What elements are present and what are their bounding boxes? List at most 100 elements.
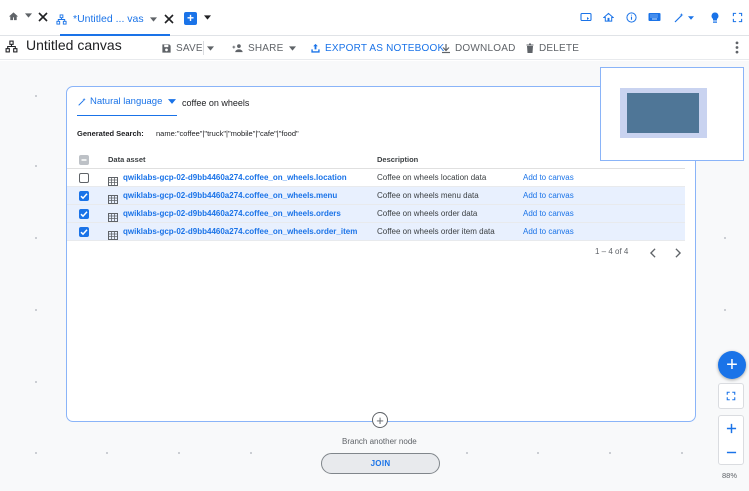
pagination-range: 1 – 4 of 4 xyxy=(595,247,629,256)
caret-down-icon xyxy=(688,16,694,20)
add-icon: + xyxy=(376,412,384,428)
grid-dot xyxy=(178,452,180,454)
add-to-canvas-link[interactable]: Add to canvas xyxy=(523,227,574,236)
caret-down-icon xyxy=(168,99,177,104)
row-checkbox[interactable] xyxy=(79,173,89,183)
grid-dot xyxy=(609,452,611,454)
fit-screen-icon xyxy=(726,391,736,401)
download-label: DOWNLOAD xyxy=(455,42,516,54)
grid-dot xyxy=(537,452,539,454)
row-checkbox[interactable] xyxy=(79,209,89,219)
minimap[interactable] xyxy=(600,67,744,161)
close-icon[interactable] xyxy=(164,14,174,24)
home-tab[interactable] xyxy=(8,11,19,22)
add-to-canvas-link[interactable]: Add to canvas xyxy=(523,191,574,200)
table-row[interactable]: qwiklabs-gcp-02-d9bb4460a274.coffee_on_w… xyxy=(67,169,685,187)
select-all-checkbox[interactable] xyxy=(79,155,89,165)
delete-label: DELETE xyxy=(539,42,580,54)
save-button[interactable]: SAVE xyxy=(161,39,203,57)
keyboard-shortcuts-button[interactable] xyxy=(648,12,661,22)
zoom-in-button[interactable] xyxy=(719,416,743,440)
download-button[interactable]: DOWNLOAD xyxy=(441,39,516,57)
table-header: Data asset Description xyxy=(67,149,685,169)
grid-dot xyxy=(681,452,683,454)
ai-assist-menu-button[interactable] xyxy=(673,12,694,24)
new-tab-button[interactable]: + xyxy=(184,12,197,25)
caret-down-icon[interactable] xyxy=(149,16,157,22)
export-as-notebook-button[interactable]: EXPORT AS NOTEBOOK xyxy=(310,39,444,57)
minimap-viewport xyxy=(620,88,707,138)
grid-dot xyxy=(35,165,37,167)
data-asset-link[interactable]: qwiklabs-gcp-02-d9bb4460a274.coffee_on_w… xyxy=(123,173,347,182)
zoom-level: 88% xyxy=(722,471,738,480)
table-row[interactable]: qwiklabs-gcp-02-d9bb4460a274.coffee_on_w… xyxy=(67,223,685,241)
search-mode-dropdown[interactable]: Natural language xyxy=(77,96,177,107)
more-options-button[interactable] xyxy=(735,41,739,54)
previous-page-button[interactable] xyxy=(649,245,657,263)
grid-dot xyxy=(466,452,468,454)
generated-search-label: Generated Search: xyxy=(77,129,144,138)
table-row[interactable]: qwiklabs-gcp-02-d9bb4460a274.coffee_on_w… xyxy=(67,187,685,205)
add-to-canvas-link[interactable]: Add to canvas xyxy=(523,173,574,182)
join-button[interactable]: JOIN xyxy=(321,453,440,474)
grid-dot xyxy=(724,309,726,311)
data-asset-description: Coffee on wheels menu data xyxy=(377,191,479,200)
add-node-button[interactable]: + xyxy=(718,351,746,379)
grid-dot xyxy=(724,237,726,239)
add-branch-button[interactable]: + xyxy=(372,412,388,428)
delete-button[interactable]: DELETE xyxy=(525,39,579,57)
caret-down-icon xyxy=(289,45,297,51)
tab-bar: *Untitled ... vas + xyxy=(0,0,749,36)
home-tab-dropdown[interactable] xyxy=(25,13,32,18)
home-button[interactable] xyxy=(603,12,614,23)
download-icon xyxy=(441,43,451,54)
more-vert-icon xyxy=(735,41,739,54)
close-home-tab-button[interactable] xyxy=(38,12,48,22)
keyboard-icon xyxy=(648,12,661,22)
caret-down-icon xyxy=(207,45,214,51)
grid-dot xyxy=(106,452,108,454)
person-add-icon xyxy=(232,43,244,53)
fit-view-control xyxy=(718,383,744,409)
fit-view-button[interactable] xyxy=(719,384,743,408)
export-icon xyxy=(310,43,321,54)
table-row[interactable]: qwiklabs-gcp-02-d9bb4460a274.coffee_on_w… xyxy=(67,205,685,223)
search-mode-label: Natural language xyxy=(90,96,163,107)
export-label: EXPORT AS NOTEBOOK xyxy=(325,42,445,54)
zoom-out-button[interactable] xyxy=(719,440,743,464)
column-header-asset[interactable]: Data asset xyxy=(108,155,146,164)
row-checkbox[interactable] xyxy=(79,191,89,201)
grid-dot xyxy=(250,452,252,454)
row-checkbox[interactable] xyxy=(79,227,89,237)
chevron-left-icon xyxy=(649,248,657,258)
data-asset-description: Coffee on wheels order data xyxy=(377,209,478,218)
generated-search-value: name:"coffee"|"truck"|"mobile"|"cafe"|"f… xyxy=(156,129,299,138)
data-asset-link[interactable]: qwiklabs-gcp-02-d9bb4460a274.coffee_on_w… xyxy=(123,209,341,218)
search-query-input[interactable]: coffee on wheels xyxy=(182,98,249,108)
open-in-new-button[interactable] xyxy=(580,12,592,23)
share-button[interactable]: SHARE xyxy=(232,39,297,57)
data-asset-link[interactable]: qwiklabs-gcp-02-d9bb4460a274.coffee_on_w… xyxy=(123,191,337,200)
tips-button[interactable] xyxy=(710,12,720,24)
caret-down-icon xyxy=(204,15,211,20)
grid-dot xyxy=(35,95,37,97)
magic-wand-icon xyxy=(77,97,87,107)
grid-dot xyxy=(35,309,37,311)
zoom-control xyxy=(718,415,744,465)
new-tab-dropdown[interactable] xyxy=(204,15,211,20)
data-asset-link[interactable]: qwiklabs-gcp-02-d9bb4460a274.coffee_on_w… xyxy=(123,227,357,236)
info-button[interactable] xyxy=(626,12,637,23)
trash-icon xyxy=(525,43,535,54)
add-to-canvas-link[interactable]: Add to canvas xyxy=(523,209,574,218)
tab-untitled-canvas[interactable]: *Untitled ... vas xyxy=(56,6,174,36)
save-options-dropdown[interactable] xyxy=(207,39,214,57)
next-page-button[interactable] xyxy=(674,245,682,263)
canvas-icon xyxy=(56,13,67,25)
save-icon xyxy=(161,43,172,54)
fullscreen-button[interactable] xyxy=(732,12,743,23)
grid-dot xyxy=(35,381,37,383)
fullscreen-icon xyxy=(732,12,743,23)
column-header-description[interactable]: Description xyxy=(377,155,418,164)
canvas-icon xyxy=(5,40,18,53)
chevron-right-icon xyxy=(674,248,682,258)
